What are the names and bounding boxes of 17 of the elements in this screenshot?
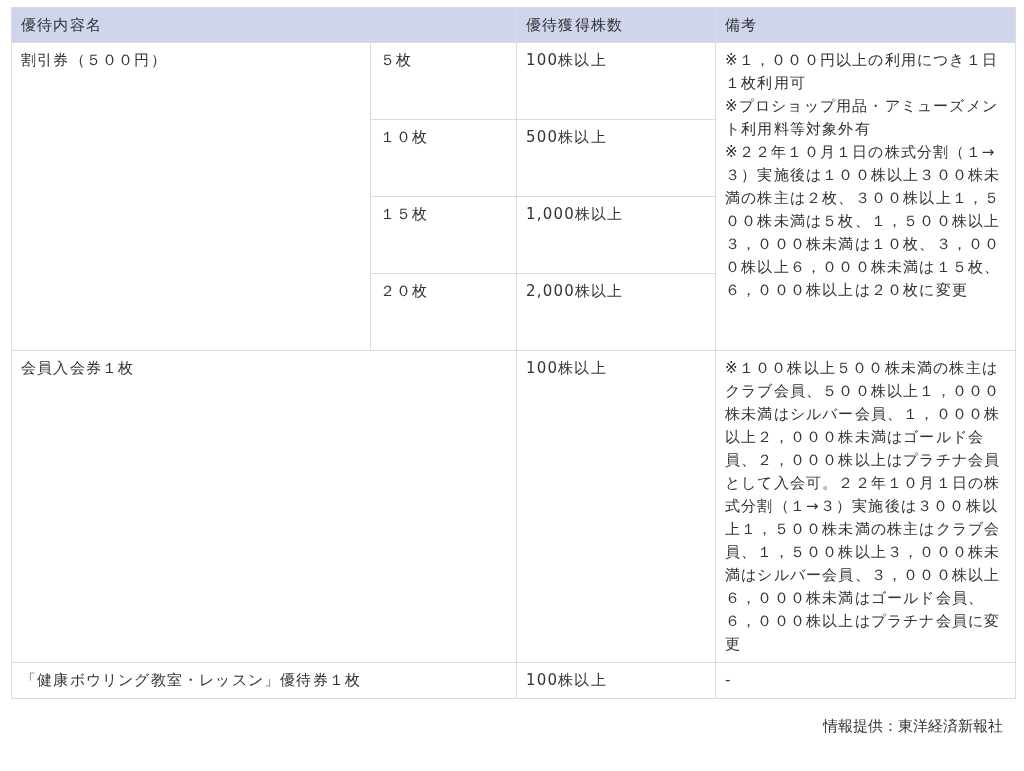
table-cell: ２０枚 (370, 273, 517, 351)
table-cell: 会員入会券１枚 (11, 350, 517, 663)
table-cell: １０枚 (370, 119, 517, 197)
column-header: 備考 (715, 7, 1016, 43)
table-cell: ※１，０００円以上の利用につき１日１枚利用可 ※プロショップ用品・アミューズメント利用料等対象外有 ※２２年１０月１日の株式分割（１→３）実施後は１００株以上３００株未満の株主は２枚、３００株以上１，５００株未満は５枚、１，５００株以上３，０００株未満は１０枚、３，０００株以上６，０００株未満は１５枚、６，０００株以上は２０枚に変更 (715, 42, 1016, 351)
table-cell: １５枚 (370, 196, 517, 274)
table-cell: ※１００株以上５００株未満の株主はクラブ会員、５００株以上１，０００株未満はシルバー会員、１，０００株以上２，０００株未満はゴールド会員、２，０００株以上はプラチナ会員として入会可。２２年１０月１日の株式分割（１→３）実施後は３００株以上１，５００株未満の株主はクラブ会員、１，５００株以上３，０００株未満はシルバー会員、３，０００株以上６，０００株未満はゴールド会員、６，０００株以上はプラチナ会員に変更 (715, 350, 1016, 663)
table-cell: ５枚 (370, 42, 517, 120)
column-header: 優待獲得株数 (516, 7, 716, 43)
source-credit: 情報提供：東洋経済新報社 (823, 717, 1003, 736)
table-cell: 100株以上 (516, 662, 716, 699)
table-cell: 割引券（５００円） (11, 42, 371, 351)
table-cell: 100株以上 (516, 350, 716, 663)
table-cell: 100株以上 (516, 42, 716, 120)
table-cell: 「健康ボウリング教室・レッスン」優待券１枚 (11, 662, 517, 699)
table-cell: - (715, 662, 1016, 699)
column-header: 優待内容名 (11, 7, 517, 43)
